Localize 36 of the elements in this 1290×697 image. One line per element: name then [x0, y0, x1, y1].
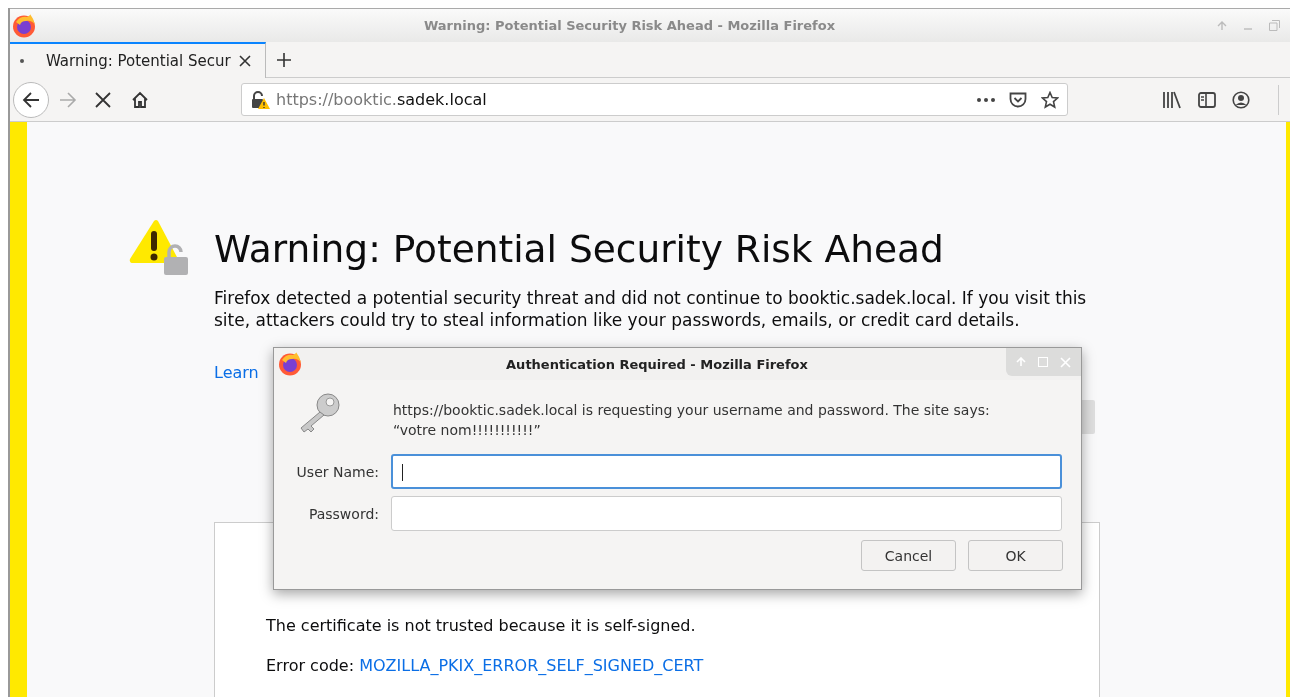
app-logo-icon — [278, 352, 302, 376]
stop-icon[interactable] — [95, 91, 111, 108]
dialog-message: https://booktic.sadek.local is requesting your username and password. The site says: “votre nom!!!!!!!!!!!” — [393, 401, 990, 440]
dialog-button[interactable]: OK — [968, 540, 1063, 571]
window-title: Warning: Potential Security Risk Ahead - Mozilla Firefox — [422, 18, 837, 33]
close-icon[interactable] — [239, 55, 251, 67]
star-icon[interactable] — [1041, 90, 1059, 109]
input-field[interactable] — [391, 454, 1062, 489]
lock-warning-icon — [250, 89, 270, 110]
certificate-message: The certificate is not trusted because it is self-signed. — [266, 615, 696, 637]
field-label: User Name: — [295, 463, 379, 480]
page-heading: Warning: Potential Security Risk Ahead — [214, 227, 945, 271]
warning-lock-icon — [128, 219, 190, 277]
back-arrow-icon — [22, 90, 40, 109]
field-label: Password: — [307, 505, 379, 522]
dialog-button[interactable]: Cancel — [861, 540, 956, 571]
address-bar[interactable]: https://booktic.sadek.local — [241, 83, 1068, 116]
tab-title: Warning: Potential Secur — [46, 52, 232, 70]
browser-tab[interactable]: Warning: Potential Secur — [10, 42, 266, 78]
library-icon[interactable] — [1162, 90, 1182, 109]
error-code-label: Error code: — [266, 656, 355, 675]
input-field[interactable] — [391, 496, 1062, 531]
warning-message: Firefox detected a potential security threat and did not continue to booktic.sadek.local. If you visit this site, attackers could try to steal information like your passwords, emails, or credit card details. — [214, 287, 1088, 331]
more-dots-icon[interactable] — [977, 97, 995, 102]
pocket-icon[interactable] — [1009, 91, 1027, 108]
learn-more-link[interactable]: Learn — [214, 362, 259, 384]
dialog-title: Authentication Required - Mozilla Firefox — [505, 356, 809, 372]
home-icon[interactable] — [131, 90, 149, 109]
error-code-link[interactable]: MOZILLA_PKIX_ERROR_SELF_SIGNED_CERT — [359, 656, 704, 675]
plus-icon[interactable] — [276, 51, 292, 68]
url-text: https://booktic.sadek.local — [276, 90, 488, 109]
app-logo-icon — [12, 13, 36, 38]
dot-icon — [20, 59, 24, 63]
account-icon[interactable] — [1232, 90, 1250, 109]
back-button[interactable] — [13, 81, 49, 118]
sidebar-icon[interactable] — [1198, 91, 1216, 108]
